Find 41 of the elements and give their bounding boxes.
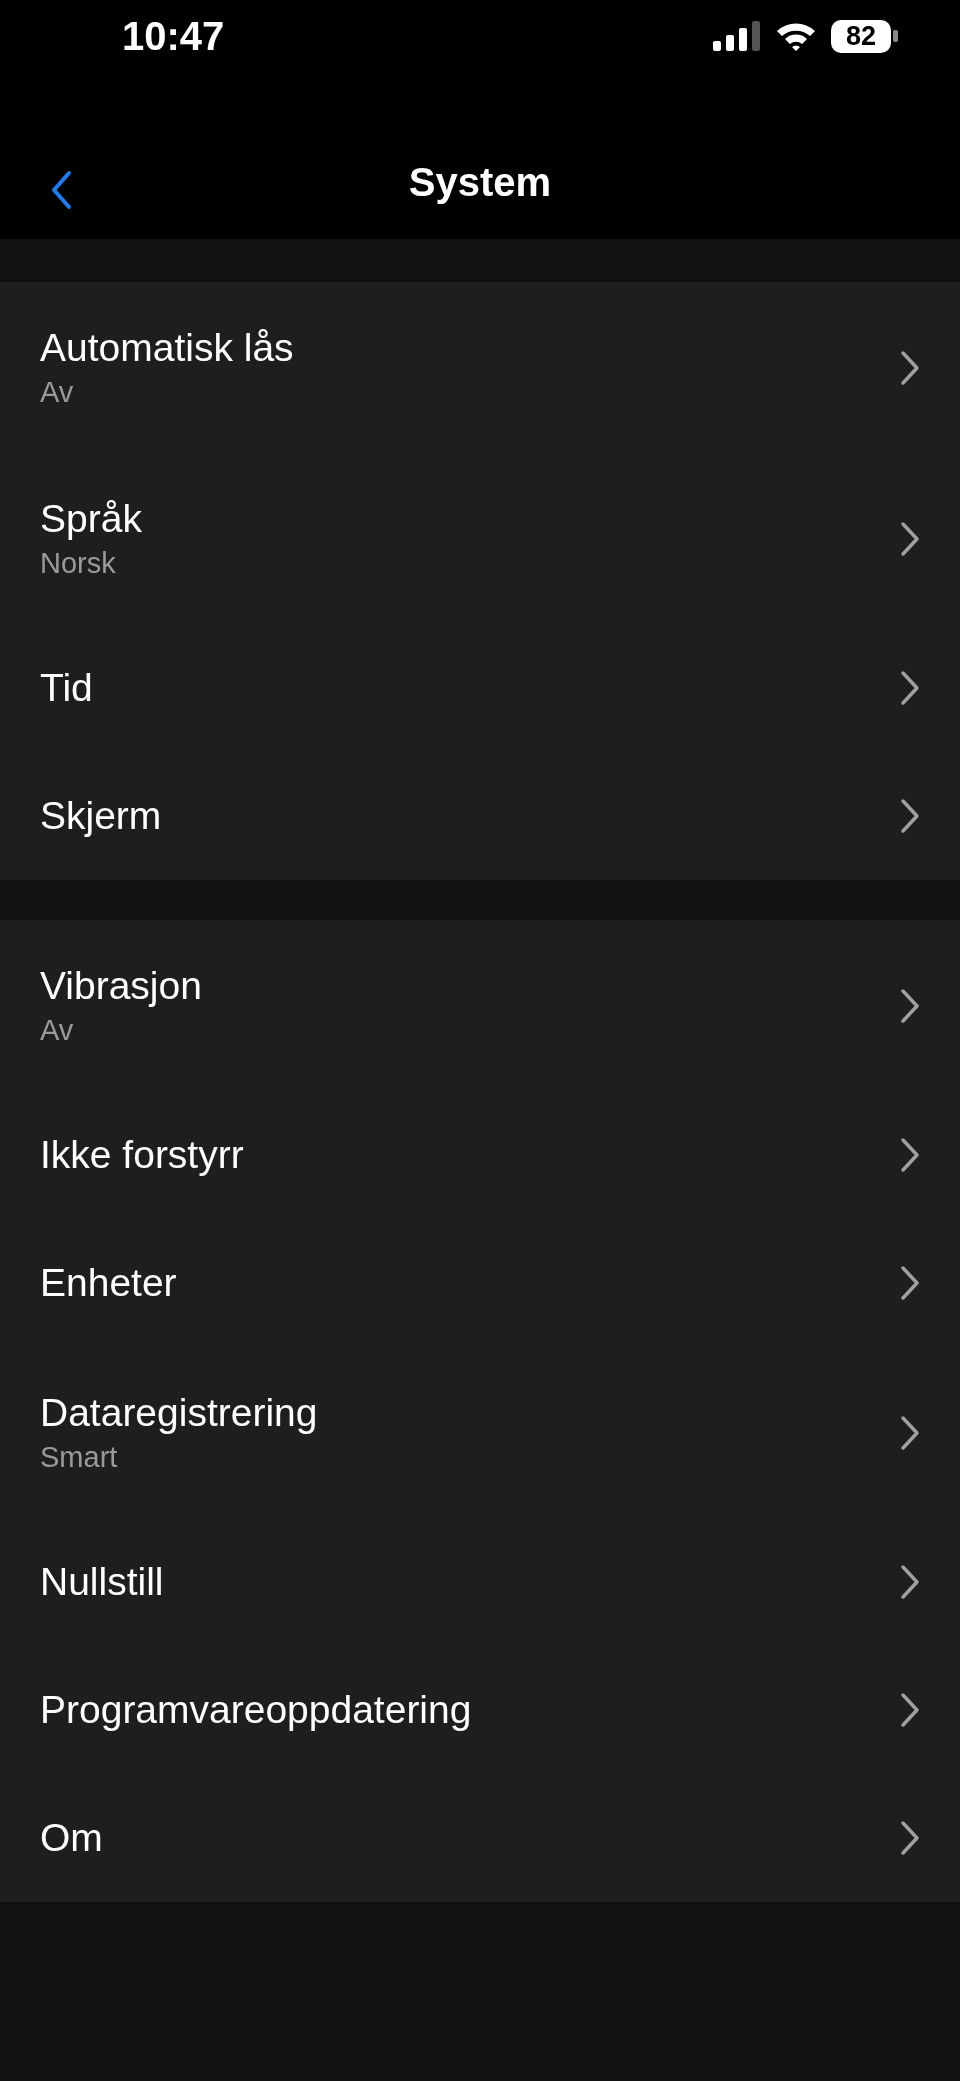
wifi-icon (775, 21, 817, 51)
chevron-right-icon (900, 520, 920, 557)
row-label: Nullstill (40, 1560, 164, 1604)
row-value: Av (40, 376, 75, 409)
settings-row[interactable]: Nullstill (0, 1518, 960, 1646)
chevron-right-icon (900, 1137, 920, 1173)
row-value: Av (40, 1014, 75, 1047)
chevron-right-icon (900, 349, 920, 386)
settings-row[interactable]: Enheter (0, 1219, 960, 1347)
row-value: Norsk (40, 547, 117, 580)
settings-row[interactable]: Programvareoppdatering (0, 1646, 960, 1774)
row-label: Språk (40, 497, 142, 541)
chevron-right-icon (900, 1265, 920, 1301)
chevron-right-icon (900, 1414, 920, 1451)
row-value: Smart (40, 1441, 119, 1474)
chevron-right-icon (900, 1820, 920, 1856)
settings-row[interactable]: Om (0, 1774, 960, 1902)
settings-row[interactable]: Språk Norsk (0, 453, 960, 624)
settings-row[interactable]: Ikke forstyrr (0, 1091, 960, 1219)
row-label: Automatisk lås (40, 326, 294, 370)
settings-row[interactable]: Skjerm (0, 752, 960, 880)
chevron-right-icon (900, 987, 920, 1024)
status-time: 10:47 (122, 13, 225, 59)
row-label: Ikke forstyrr (40, 1133, 244, 1177)
chevron-right-icon (900, 798, 920, 834)
row-label: Programvareoppdatering (40, 1688, 472, 1732)
chevron-right-icon (900, 1564, 920, 1600)
row-label: Om (40, 1816, 103, 1860)
chevron-right-icon (900, 1692, 920, 1728)
page-title: System (408, 160, 552, 205)
row-label: Dataregistrering (40, 1391, 318, 1435)
row-label: Skjerm (40, 794, 162, 838)
settings-row[interactable]: Tid (0, 624, 960, 752)
settings-row[interactable]: Dataregistrering Smart (0, 1347, 960, 1518)
signal-icon (713, 21, 761, 51)
settings-row[interactable]: Automatisk lås Av (0, 282, 960, 453)
settings-row[interactable]: Vibrasjon Av (0, 920, 960, 1091)
chevron-right-icon (900, 670, 920, 706)
row-label: Vibrasjon (40, 964, 202, 1008)
row-label: Enheter (40, 1261, 177, 1305)
row-label: Tid (40, 666, 93, 710)
